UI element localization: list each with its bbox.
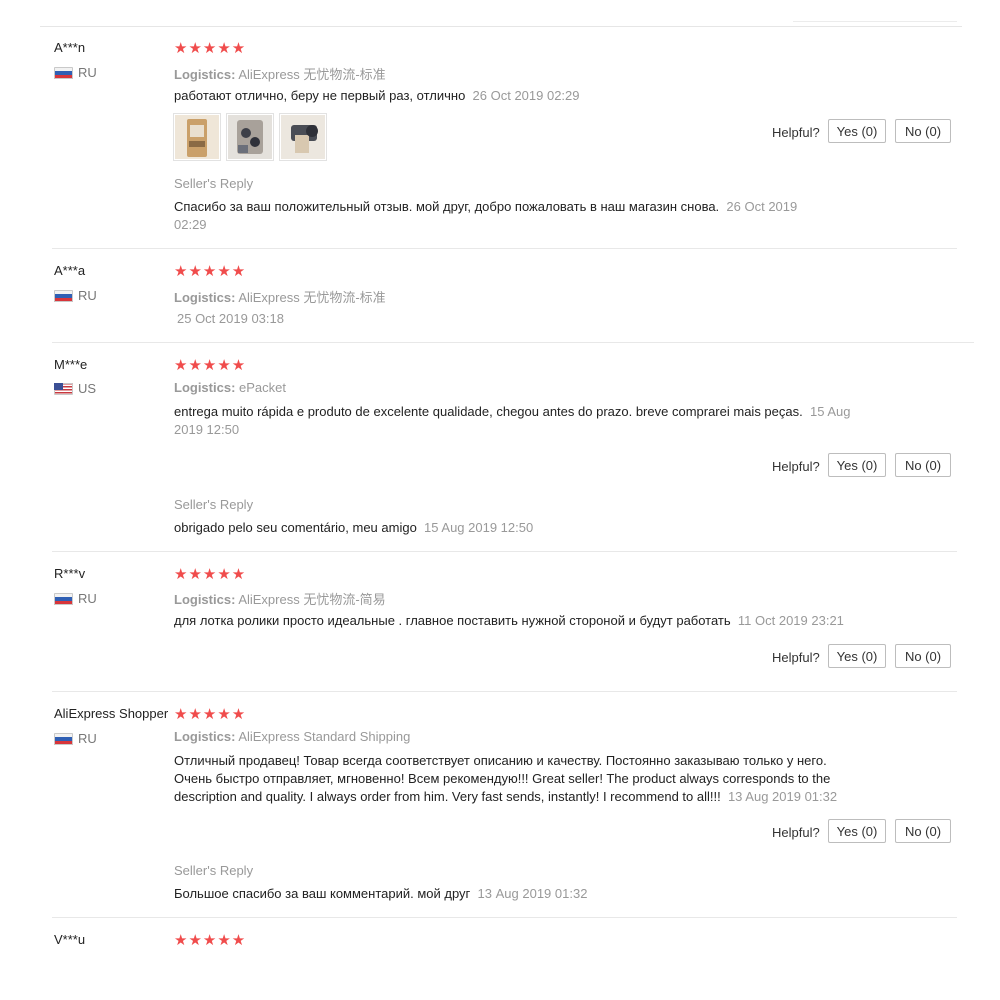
- review-date: 11 Oct 2019 23:21: [737, 613, 844, 628]
- seller-reply-body: Спасибо за ваш положительный отзыв. мой …: [174, 199, 720, 214]
- review-photo[interactable]: [226, 113, 274, 161]
- logistics-label: Logistics:: [174, 67, 236, 82]
- review-photo[interactable]: [173, 113, 221, 161]
- logistics-info: Logistics: AliExpress 无忧物流-标准: [174, 287, 386, 306]
- review-date: 26 Oct 2019 02:29: [472, 88, 580, 103]
- seller-reply-date: 15 Aug 2019 12:50: [424, 520, 534, 535]
- reviewer-name: M***e: [54, 357, 88, 372]
- seller-reply-body: obrigado pelo seu comentário, meu amigo: [174, 520, 417, 535]
- country-code: US: [78, 381, 97, 396]
- country-code: RU: [78, 731, 97, 746]
- logistics-value: AliExpress 无忧物流-标准: [238, 290, 386, 305]
- reviewer-name: V***u: [54, 932, 86, 947]
- reviewer-name: A***a: [54, 263, 86, 278]
- reviewer-name: R***v: [54, 566, 86, 581]
- reviewer-name: A***n: [54, 40, 86, 55]
- top-tab-line: [793, 21, 957, 22]
- review-text: работают отлично, беру не первый раз, от…: [174, 87, 580, 105]
- country-code: RU: [78, 591, 97, 606]
- russia-flag-icon: [54, 289, 73, 302]
- review-photos: [173, 113, 327, 161]
- usa-flag-icon: [54, 382, 73, 395]
- rating-stars: ★★★★★: [174, 566, 247, 583]
- logistics-info: Logistics: AliExpress Standard Shipping: [174, 729, 410, 744]
- logistics-label: Logistics:: [174, 290, 236, 305]
- product-photo-icon: [175, 115, 219, 159]
- helpful-yes-button[interactable]: Yes (0): [828, 644, 886, 668]
- top-divider: [40, 26, 962, 27]
- logistics-label: Logistics:: [174, 380, 236, 395]
- product-photo-icon: [228, 115, 272, 159]
- logistics-info: Logistics: AliExpress 无忧物流-简易: [174, 589, 386, 608]
- rating-stars: ★★★★★: [174, 357, 247, 374]
- helpful-label: Helpful?: [772, 125, 820, 140]
- review-divider: [52, 342, 974, 343]
- helpful-yes-button[interactable]: Yes (0): [828, 453, 886, 477]
- review-text: для лотка ролики просто идеальные . глав…: [174, 612, 894, 630]
- logistics-value: AliExpress 无忧物流-标准: [238, 67, 386, 82]
- helpful-no-button[interactable]: No (0): [895, 119, 951, 143]
- russia-flag-icon: [54, 732, 73, 745]
- helpful-yes-button[interactable]: Yes (0): [828, 819, 886, 843]
- rating-stars: ★★★★★: [174, 706, 247, 723]
- review-body: для лотка ролики просто идеальные . глав…: [174, 613, 731, 628]
- helpful-yes-button[interactable]: Yes (0): [828, 119, 886, 143]
- reviewer-country: RU: [54, 591, 97, 606]
- helpful-label: Helpful?: [772, 459, 820, 474]
- helpful-no-button[interactable]: No (0): [895, 819, 951, 843]
- russia-flag-icon: [54, 66, 73, 79]
- reviewer-country: RU: [54, 731, 97, 746]
- seller-reply-body: Большое спасибо за ваш комментарий. мой …: [174, 886, 471, 901]
- review-divider: [52, 551, 957, 552]
- helpful-no-button[interactable]: No (0): [895, 453, 951, 477]
- reviewer-country: RU: [54, 65, 97, 80]
- rating-stars: ★★★★★: [174, 40, 247, 57]
- logistics-value: AliExpress Standard Shipping: [238, 729, 411, 744]
- review-photo[interactable]: [279, 113, 327, 161]
- logistics-label: Logistics:: [174, 729, 236, 744]
- seller-reply-text: obrigado pelo seu comentário, meu amigo …: [174, 519, 533, 537]
- country-code: RU: [78, 288, 97, 303]
- logistics-label: Logistics:: [174, 592, 236, 607]
- reviewer-country: US: [54, 381, 96, 396]
- helpful-no-button[interactable]: No (0): [895, 644, 951, 668]
- country-code: RU: [78, 65, 97, 80]
- logistics-value: ePacket: [239, 380, 287, 395]
- seller-reply-title: Seller's Reply: [174, 176, 254, 191]
- reviewer-country: RU: [54, 288, 97, 303]
- reviewer-name: AliExpress Shopper: [54, 706, 169, 721]
- review-date: 25 Oct 2019 03:18: [177, 311, 284, 326]
- seller-reply-title: Seller's Reply: [174, 863, 254, 878]
- rating-stars: ★★★★★: [174, 932, 247, 949]
- review-text: entrega muito rápida e produto de excele…: [174, 403, 874, 439]
- review-divider: [52, 248, 957, 249]
- russia-flag-icon: [54, 592, 73, 605]
- review-text: Отличный продавец! Товар всегда соответс…: [174, 752, 854, 806]
- helpful-label: Helpful?: [772, 825, 820, 840]
- review-body: работают отлично, беру не первый раз, от…: [174, 88, 466, 103]
- seller-reply-text: Спасибо за ваш положительный отзыв. мой …: [174, 198, 814, 234]
- seller-reply-text: Большое спасибо за ваш комментарий. мой …: [174, 885, 587, 903]
- review-divider: [52, 691, 957, 692]
- product-photo-icon: [281, 115, 325, 159]
- review-date: 13 Aug 2019 01:32: [727, 789, 838, 804]
- seller-reply-date: 13 Aug 2019 01:32: [477, 886, 588, 901]
- review-text: 25 Oct 2019 03:18: [177, 310, 284, 328]
- logistics-value: AliExpress 无忧物流-简易: [238, 592, 386, 607]
- logistics-info: Logistics: AliExpress 无忧物流-标准: [174, 64, 386, 83]
- helpful-label: Helpful?: [772, 650, 820, 665]
- review-body: entrega muito rápida e produto de excele…: [174, 404, 803, 419]
- logistics-info: Logistics: ePacket: [174, 380, 286, 395]
- review-divider: [52, 917, 957, 918]
- rating-stars: ★★★★★: [174, 263, 247, 280]
- seller-reply-title: Seller's Reply: [174, 497, 254, 512]
